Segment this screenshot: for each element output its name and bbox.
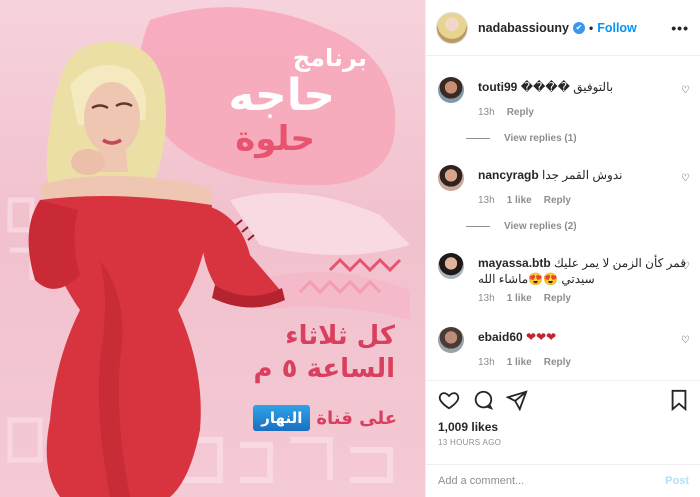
- commenter-avatar[interactable]: [438, 327, 464, 353]
- comment-meta: 13h 1 like Reply: [478, 195, 690, 206]
- comment-likes-count[interactable]: 1 like: [507, 195, 532, 206]
- comment-icon[interactable]: [472, 389, 494, 414]
- follow-button[interactable]: Follow: [597, 21, 637, 35]
- comment-time[interactable]: 13h: [478, 293, 495, 304]
- view-replies-button[interactable]: View replies (1): [466, 133, 577, 144]
- reply-button[interactable]: Reply: [544, 357, 571, 368]
- share-icon[interactable]: [505, 389, 528, 414]
- comment-likes-count[interactable]: 1 like: [507, 293, 532, 304]
- post-likes-count[interactable]: 1,009 likes: [438, 420, 498, 434]
- view-replies-button[interactable]: View replies (2): [466, 221, 577, 232]
- comment-meta: 13h 1 like Reply: [478, 293, 690, 304]
- more-options-icon[interactable]: •••: [671, 20, 689, 36]
- comments-list[interactable]: touti99 بالتوفيق ���� 13h Reply ♡ View r…: [426, 57, 700, 377]
- channel-badge: النهار على قناة: [197, 400, 397, 436]
- header-separator: •: [589, 20, 594, 35]
- commenter-avatar[interactable]: [438, 165, 464, 191]
- reply-button[interactable]: Reply: [544, 293, 571, 304]
- author-avatar[interactable]: [436, 11, 468, 44]
- comment-like-heart-icon[interactable]: ♡: [681, 335, 690, 346]
- comment-text: nancyragb ندوش القمر جدا: [478, 167, 690, 183]
- post-comment-button[interactable]: Post: [665, 475, 689, 487]
- commenter-username[interactable]: touti99: [478, 80, 517, 94]
- post-action-bar: [426, 380, 700, 420]
- add-comment-input[interactable]: [438, 475, 666, 487]
- schedule-line-2: الساعة ٥ م: [253, 353, 395, 384]
- commenter-avatar[interactable]: [438, 253, 464, 279]
- add-comment-bar: Post: [426, 464, 700, 497]
- show-title: برنامج حاجه حلوة: [145, 46, 375, 156]
- commenter-username[interactable]: nancyragb: [478, 168, 539, 182]
- channel-prefix: على قناة: [316, 407, 397, 429]
- show-title-line-1: برنامج: [292, 44, 367, 72]
- show-title-line-3: حلوة: [235, 119, 315, 159]
- post-header: nadabassiouny ✔ • Follow •••: [426, 0, 700, 56]
- comment-time[interactable]: 13h: [478, 357, 495, 368]
- post-image[interactable]: برنامج حاجه حلوة كل ثلاثاء الساعة ٥ م ال…: [0, 0, 425, 497]
- bookmark-icon[interactable]: [669, 389, 689, 414]
- author-username[interactable]: nadabassiouny: [478, 21, 569, 35]
- schedule-line-1: كل ثلاثاء: [285, 321, 395, 351]
- heart-icon[interactable]: [438, 389, 460, 414]
- show-title-line-2: حاجه: [228, 70, 335, 121]
- comment-content: بالتوفيق ����: [520, 80, 614, 94]
- comment-time[interactable]: 13h: [478, 195, 495, 206]
- comment-content: ❤❤❤: [526, 330, 557, 344]
- comment-time[interactable]: 13h: [478, 107, 495, 118]
- commenter-username[interactable]: ebaid60: [478, 330, 523, 344]
- comment-text: touti99 بالتوفيق ����: [478, 79, 690, 95]
- comment-meta: 13h Reply: [478, 107, 690, 118]
- replies-divider-line: [466, 138, 490, 139]
- comment-content: ندوش القمر جدا: [542, 168, 623, 182]
- post-side-panel: nadabassiouny ✔ • Follow ••• touti99 بال…: [425, 0, 700, 497]
- commenter-username[interactable]: mayassa.btb: [478, 256, 551, 270]
- verified-badge-icon: ✔: [573, 21, 585, 34]
- reply-button[interactable]: Reply: [507, 107, 534, 118]
- comment-text: mayassa.btb قمر كأن الزمن لا يمر عليك سي…: [478, 255, 690, 287]
- comment-like-heart-icon[interactable]: ♡: [681, 85, 690, 96]
- comment-likes-count[interactable]: 1 like: [507, 357, 532, 368]
- replies-divider-line: [466, 226, 490, 227]
- comment-meta: 13h 1 like Reply: [478, 357, 690, 368]
- view-replies-label[interactable]: View replies (2): [504, 221, 577, 232]
- post-timestamp[interactable]: 13 HOURS AGO: [438, 438, 501, 447]
- channel-logo: النهار: [253, 405, 311, 431]
- comment-text: ebaid60 ❤❤❤: [478, 329, 690, 345]
- schedule-text: كل ثلاثاء الساعة ٥ م: [205, 322, 395, 383]
- view-replies-label[interactable]: View replies (1): [504, 133, 577, 144]
- comment-like-heart-icon[interactable]: ♡: [681, 173, 690, 184]
- reply-button[interactable]: Reply: [544, 195, 571, 206]
- instagram-post: برنامج حاجه حلوة كل ثلاثاء الساعة ٥ م ال…: [0, 0, 700, 497]
- commenter-avatar[interactable]: [438, 77, 464, 103]
- comment-like-heart-icon[interactable]: ♡: [681, 261, 690, 272]
